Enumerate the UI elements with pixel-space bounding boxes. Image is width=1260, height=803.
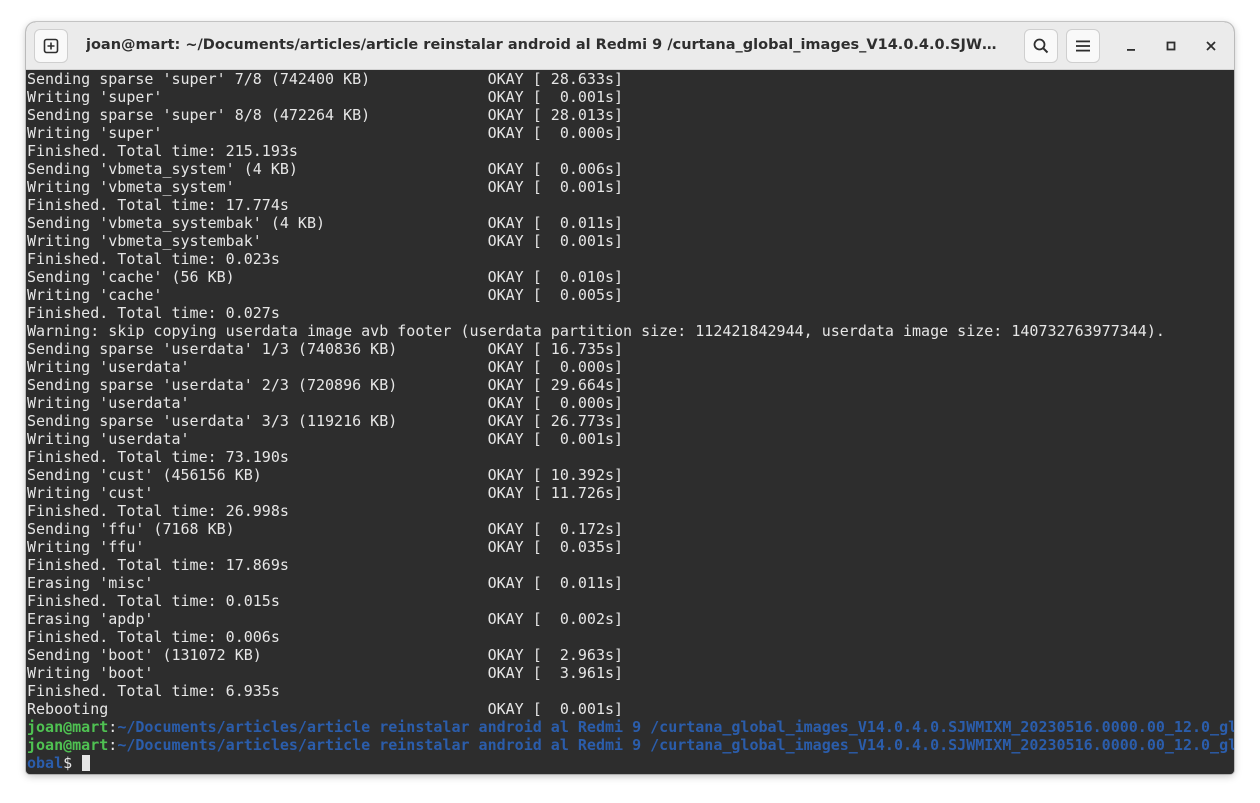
output-line: Sending 'vbmeta_systembak' (4 KB) OKAY [… — [27, 214, 624, 232]
output-line: Sending sparse 'userdata' 2/3 (720896 KB… — [27, 376, 624, 394]
output-line: Sending 'ffu' (7168 KB) OKAY [ 0.172s] — [27, 520, 624, 538]
output-line: Finished. Total time: 73.190s — [27, 448, 289, 466]
output-line: Writing 'cache' OKAY [ 0.005s] — [27, 286, 624, 304]
output-line: Finished. Total time: 6.935s — [27, 682, 280, 700]
new-tab-icon — [43, 38, 59, 54]
prompt-path: ~/Documents/articles/article reinstalar … — [117, 718, 1234, 736]
prompt-path-wrap: obal — [27, 754, 64, 772]
prompt-path: ~/Documents/articles/article reinstalar … — [117, 736, 1234, 754]
output-line: Finished. Total time: 17.774s — [27, 196, 289, 214]
output-line: Writing 'vbmeta_system' OKAY [ 0.001s] — [27, 178, 624, 196]
menu-button[interactable] — [1066, 29, 1100, 63]
maximize-button[interactable] — [1160, 35, 1182, 57]
terminal-window: joan@mart: ~/Documents/articles/article … — [26, 22, 1234, 774]
output-line: Writing 'userdata' OKAY [ 0.001s] — [27, 430, 624, 448]
prompt-user-host: joan@mart — [27, 718, 109, 736]
close-icon — [1206, 41, 1216, 51]
output-line: Writing 'cust' OKAY [ 11.726s] — [27, 484, 624, 502]
output-line: Sending 'boot' (131072 KB) OKAY [ 2.963s… — [27, 646, 624, 664]
prompt-colon: : — [108, 736, 118, 754]
output-line: Writing 'ffu' OKAY [ 0.035s] — [27, 538, 624, 556]
search-button[interactable] — [1024, 29, 1058, 63]
output-line: Rebooting OKAY [ 0.001s] — [27, 700, 624, 718]
output-line: Erasing 'misc' OKAY [ 0.011s] — [27, 574, 624, 592]
maximize-icon — [1166, 41, 1176, 51]
prompt-line: joan@mart:~/Documents/articles/article r… — [27, 736, 1234, 754]
output-line: Writing 'super' OKAY [ 0.001s] — [27, 88, 624, 106]
output-line: Writing 'vbmeta_systembak' OKAY [ 0.001s… — [27, 232, 624, 250]
output-line: Finished. Total time: 215.193s — [27, 142, 298, 160]
close-button[interactable] — [1200, 35, 1222, 57]
output-line: Warning: skip copying userdata image avb… — [27, 322, 1165, 340]
hamburger-menu-icon — [1076, 40, 1090, 52]
output-line: Sending sparse 'userdata' 3/3 (119216 KB… — [27, 412, 624, 430]
output-line: Finished. Total time: 0.023s — [27, 250, 280, 268]
output-line: Finished. Total time: 0.006s — [27, 628, 280, 646]
output-line: Sending sparse 'userdata' 1/3 (740836 KB… — [27, 340, 624, 358]
output-line: Sending 'cache' (56 KB) OKAY [ 0.010s] — [27, 268, 624, 286]
output-line: Finished. Total time: 26.998s — [27, 502, 289, 520]
output-line: Sending sparse 'super' 8/8 (472264 KB) O… — [27, 106, 624, 124]
search-icon — [1033, 38, 1049, 54]
prompt-dollar: $ — [63, 754, 82, 772]
output-line: Finished. Total time: 0.015s — [27, 592, 280, 610]
prompt-line: joan@mart:~/Documents/articles/article r… — [27, 718, 1234, 736]
output-line: Writing 'userdata' OKAY [ 0.000s] — [27, 358, 624, 376]
output-line: Finished. Total time: 17.869s — [27, 556, 289, 574]
output-line: Sending sparse 'super' 7/8 (742400 KB) O… — [27, 70, 624, 88]
output-line: Sending 'vbmeta_system' (4 KB) OKAY [ 0.… — [27, 160, 624, 178]
prompt-user-host: joan@mart — [27, 736, 109, 754]
window-title: joan@mart: ~/Documents/articles/article … — [86, 37, 1010, 53]
minimize-icon — [1127, 49, 1135, 51]
new-tab-button[interactable] — [34, 29, 68, 63]
output-line: Finished. Total time: 0.027s — [27, 304, 280, 322]
terminal-output[interactable]: Sending sparse 'super' 7/8 (742400 KB) O… — [26, 70, 1234, 774]
output-line: Erasing 'apdp' OKAY [ 0.002s] — [27, 610, 624, 628]
prompt-line-wrap: obal$ — [27, 754, 1234, 772]
minimize-button[interactable] — [1120, 35, 1142, 57]
output-line: Writing 'super' OKAY [ 0.000s] — [27, 124, 624, 142]
prompt-colon: : — [108, 718, 118, 736]
output-line: Writing 'userdata' OKAY [ 0.000s] — [27, 394, 624, 412]
output-line: Writing 'boot' OKAY [ 3.961s] — [27, 664, 624, 682]
text-cursor[interactable] — [82, 755, 91, 771]
title-bar[interactable]: joan@mart: ~/Documents/articles/article … — [26, 22, 1234, 70]
output-line: Sending 'cust' (456156 KB) OKAY [ 10.392… — [27, 466, 624, 484]
output-lines: Sending sparse 'super' 7/8 (742400 KB) O… — [27, 70, 1234, 772]
